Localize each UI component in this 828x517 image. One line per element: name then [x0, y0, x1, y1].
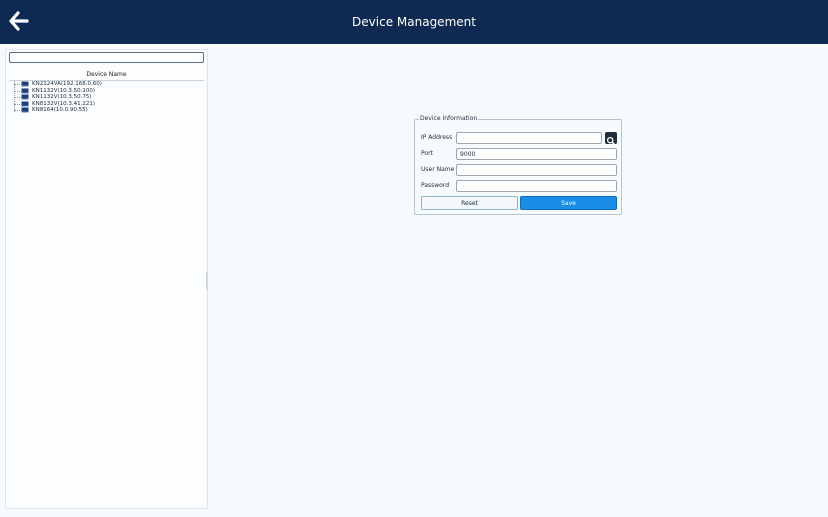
- device-icon: [21, 107, 29, 113]
- page-title: Device Management: [352, 15, 476, 29]
- ip-address-label: IP Address: [421, 134, 453, 141]
- panel-splitter[interactable]: [206, 272, 208, 290]
- device-tree-panel: Device Name KN2124VA(192.168.0.60) KN113…: [5, 49, 208, 509]
- tree-item-device[interactable]: KN8164(10.0.90.55): [9, 107, 204, 114]
- reset-button[interactable]: Reset: [421, 196, 518, 210]
- device-search-input[interactable]: [9, 52, 204, 63]
- password-input[interactable]: [456, 180, 617, 192]
- device-icon: [21, 88, 29, 93]
- tree-guide-line: [14, 81, 15, 112]
- device-tree: KN2124VA(192.168.0.60) KN1132V(10.3.50.1…: [9, 81, 204, 114]
- device-label: KN8164(10.0.90.55): [32, 107, 88, 113]
- save-button[interactable]: Save: [520, 196, 617, 210]
- port-input[interactable]: [456, 148, 617, 160]
- user-name-label: User Name: [421, 166, 455, 173]
- password-label: Password: [421, 182, 450, 189]
- port-label: Port: [421, 150, 433, 157]
- ip-search-button[interactable]: [605, 132, 617, 146]
- group-title: Device Information: [419, 115, 479, 122]
- search-icon: [606, 136, 616, 146]
- device-icon: [21, 81, 29, 87]
- device-name-column-header: Device Name: [9, 69, 204, 81]
- device-icon: [21, 101, 29, 106]
- top-bar: Device Management: [0, 0, 828, 44]
- device-icon: [21, 94, 29, 100]
- device-information-group: Device Information IP Address Port User …: [414, 115, 622, 215]
- ip-address-input[interactable]: [456, 132, 602, 144]
- user-name-input[interactable]: [456, 164, 617, 176]
